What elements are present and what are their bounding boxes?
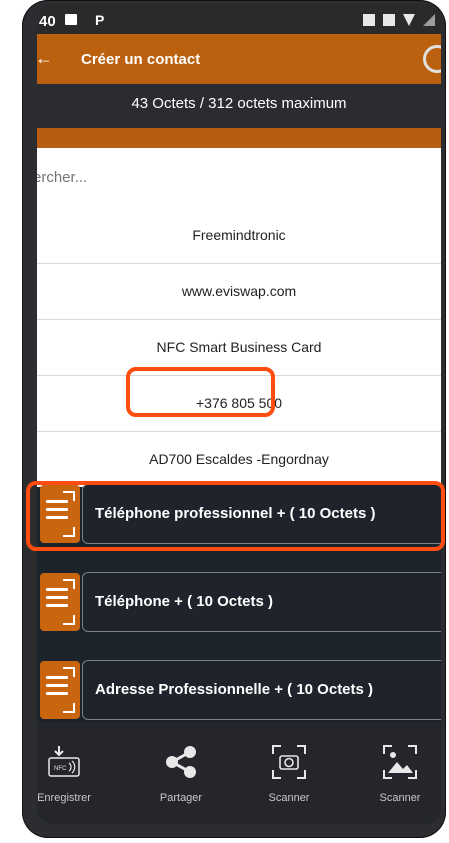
search-bar[interactable] xyxy=(37,148,441,208)
status-bar: 40 P xyxy=(37,4,441,34)
page-title: Créer un contact xyxy=(81,51,201,68)
nfc-save-icon: NFC xyxy=(45,744,83,781)
share-icon xyxy=(163,744,199,783)
orange-divider xyxy=(37,128,441,148)
status-p-icon: P xyxy=(95,12,105,28)
list-item-company[interactable]: Freemindtronic xyxy=(37,208,441,264)
search-input[interactable] xyxy=(37,168,415,187)
byte-counter: 43 Octets / 312 octets maximum xyxy=(37,84,441,128)
app-toolbar: ← Créer un contact xyxy=(37,34,441,84)
vibrate-icon xyxy=(383,14,395,26)
wifi-icon xyxy=(403,14,415,26)
scan-image-label: Scanner xyxy=(379,792,421,804)
status-time: 40 xyxy=(39,13,56,30)
list-item-address[interactable]: AD700 Escaldes -Engordnay xyxy=(37,432,441,487)
gallery-notification-icon xyxy=(65,14,77,25)
phone-field-highlight xyxy=(26,481,445,551)
share-label: Partager xyxy=(159,792,203,804)
bottom-navigation: NFC Enregistrer Partager Scanner Scanner xyxy=(37,722,441,824)
field-phone[interactable]: Téléphone + ( 10 Octets ) xyxy=(37,570,441,634)
status-icons xyxy=(363,14,435,26)
signal-icon xyxy=(423,14,435,26)
field-address-pro[interactable]: Adresse Professionnelle + ( 10 Octets ) xyxy=(37,658,441,722)
phone-frame: 40 P ← Créer un contact 43 Octets / 312 … xyxy=(22,0,446,838)
nfc-status-icon xyxy=(363,14,375,26)
list-item-website[interactable]: www.eviswap.com xyxy=(37,264,441,320)
scan-image-button[interactable]: Scanner xyxy=(365,722,435,824)
list-drag-icon xyxy=(40,661,80,719)
back-arrow-icon[interactable]: ← xyxy=(37,48,53,69)
image-scan-icon xyxy=(382,744,418,783)
phone-number-highlight xyxy=(126,367,275,417)
share-button[interactable]: Partager xyxy=(146,722,216,824)
scan-camera-button[interactable]: Scanner xyxy=(254,722,324,824)
field-label: Téléphone + ( 10 Octets ) xyxy=(82,572,441,632)
save-label: Enregistrer xyxy=(37,792,91,804)
contact-values-list: Freemindtronic www.eviswap.com NFC Smart… xyxy=(37,208,441,487)
svg-text:NFC: NFC xyxy=(54,766,67,772)
list-drag-icon xyxy=(40,573,80,631)
help-icon[interactable] xyxy=(423,45,441,73)
save-button[interactable]: NFC Enregistrer xyxy=(37,722,99,824)
scan-camera-label: Scanner xyxy=(268,792,310,804)
camera-scan-icon xyxy=(271,744,307,783)
field-label: Adresse Professionnelle + ( 10 Octets ) xyxy=(82,660,441,720)
